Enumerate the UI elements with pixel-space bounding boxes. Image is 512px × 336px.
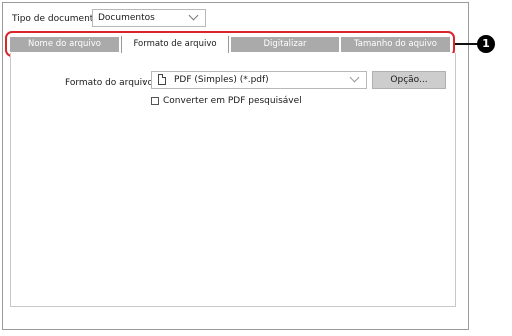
convert-searchable-pdf-label: Converter em PDF pesquisável bbox=[163, 96, 302, 106]
tab-panel bbox=[10, 53, 456, 307]
chevron-down-icon bbox=[349, 72, 360, 83]
callout-badge: 1 bbox=[477, 35, 495, 53]
callout-leader-line bbox=[455, 43, 478, 45]
file-format-dropdown[interactable]: PDF (Simples) (*.pdf) bbox=[151, 71, 367, 89]
file-icon bbox=[158, 74, 166, 85]
doc-type-dropdown[interactable]: Documentos bbox=[92, 9, 206, 27]
doc-type-value: Documentos bbox=[98, 13, 155, 23]
option-button[interactable]: Opção... bbox=[372, 71, 446, 89]
file-format-label: Formato do arquivo bbox=[65, 78, 153, 88]
file-format-colon: : bbox=[143, 78, 147, 88]
convert-searchable-pdf-checkbox[interactable] bbox=[151, 97, 159, 105]
doc-type-label: Tipo de documento: bbox=[12, 14, 102, 24]
file-format-value: PDF (Simples) (*.pdf) bbox=[174, 75, 269, 85]
chevron-down-icon bbox=[188, 10, 199, 21]
